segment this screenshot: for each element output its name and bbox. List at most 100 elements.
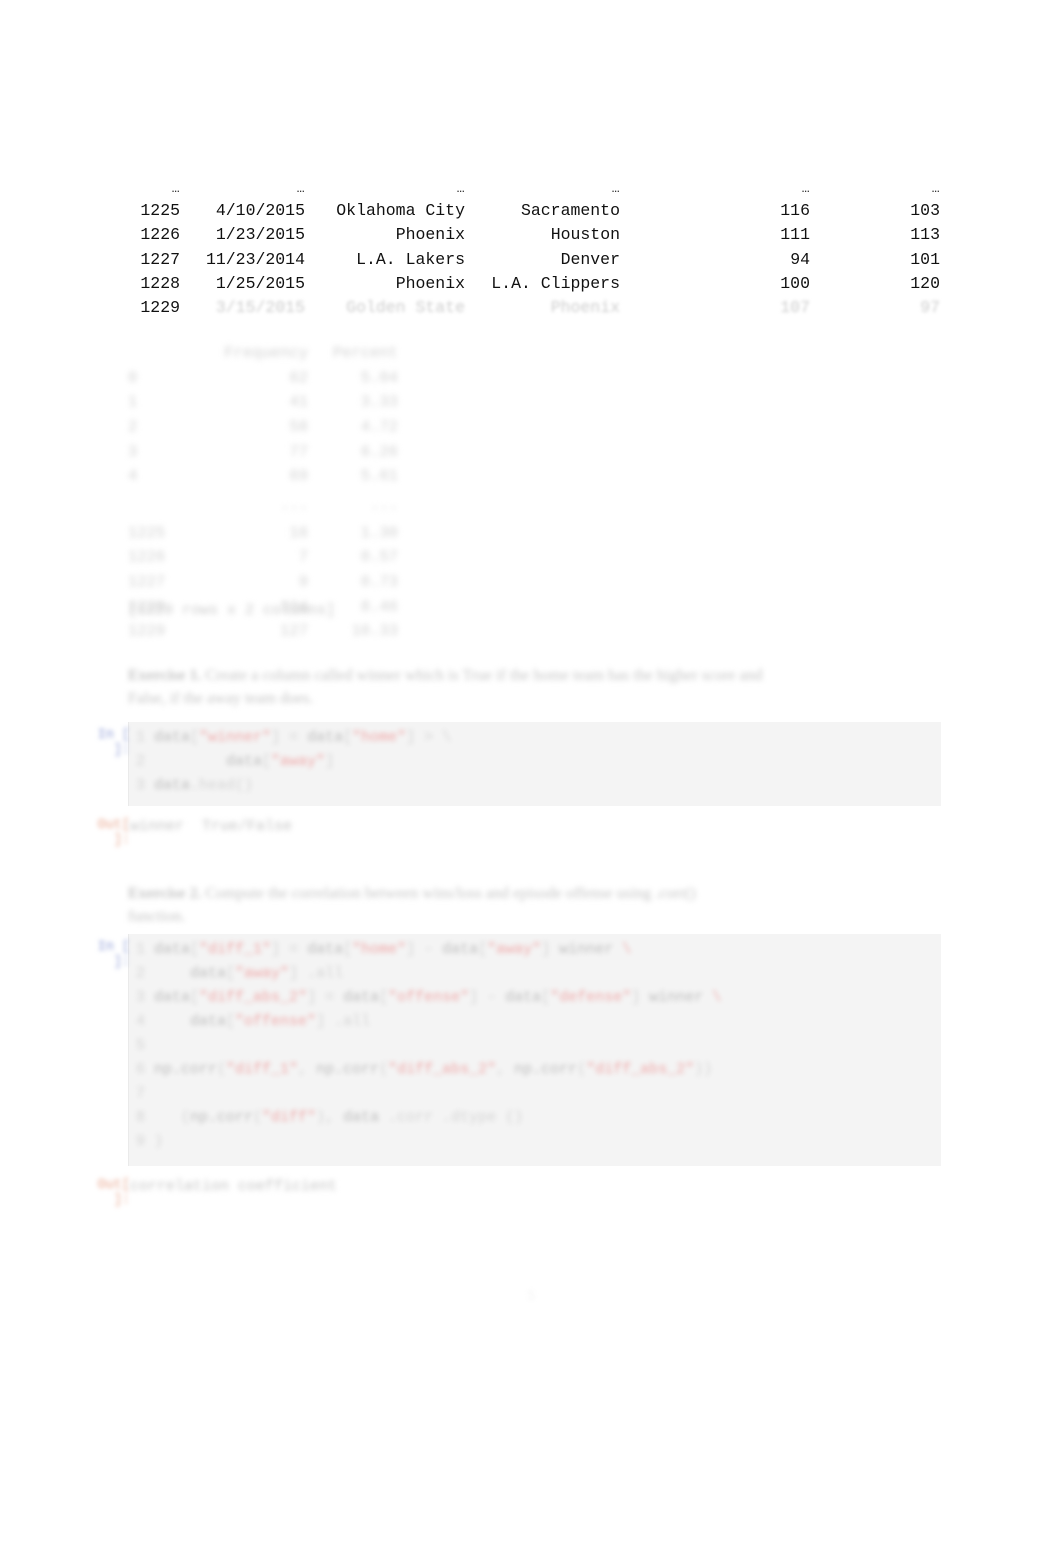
code-token: ] [325,753,335,770]
code-string: "diff_1" [226,1061,299,1078]
cell-score2: 97 [920,298,940,318]
code-token: [ [226,965,236,982]
code-token: winner [649,989,704,1006]
separator-ellipsis-b: ... [370,495,398,514]
code-token: \ [703,989,722,1006]
code-token: np.corr [190,1109,254,1126]
code-line-gutter: 4 [136,1013,191,1030]
code-token: )) [694,1061,713,1078]
code-string: "offense" [388,989,470,1006]
cell-score2: 120 [910,274,940,294]
table-row: 4 69 5.61 [128,464,398,489]
cell-percent: 10.33 [351,622,398,641]
code-cell-1-source[interactable]: 1 data["winner"] = data["home"] > \ 2 da… [136,726,932,798]
dataframe-output-second: Frequency Percent 0 62 5.04 1 41 3.33 2 … [128,292,398,693]
exercise-2-label: Exercise 2. [128,885,202,902]
code-token: ] = [271,941,308,958]
code-string: "diff_abs_2" [586,1061,695,1078]
code-token: [ [190,729,200,746]
code-token: data [505,989,542,1006]
code-cell-2-prompt: In [ ]: [97,940,130,970]
code-token: ] > \ [406,729,452,746]
table-row: 1226 1/23/2015 Phoenix Houston 111 113 [128,223,940,247]
code-string: "defense" [550,989,632,1006]
cell-score2: 101 [910,249,940,269]
cell-percent: 5.61 [360,467,398,486]
cell-label: 1226 [128,548,166,567]
output-2-prompt: Out[ ]: [97,1178,130,1208]
exercise-2-text-line2: function. [128,908,186,925]
code-string: "winner" [199,729,272,746]
code-string: "away" [271,753,326,770]
cell-team2: Sacramento [520,200,620,220]
cell-label: 1227 [128,572,166,591]
exercise-2-text-line1: Compute the correlation between wins/los… [205,885,696,902]
table-row-ellipsis: … … … … … … [128,179,940,199]
code-token: data [154,941,191,958]
code-token: ] .all [316,1013,371,1030]
code-token: ] [631,989,650,1006]
code-token: ] [541,941,560,958]
ellipsis-score1: … [801,180,810,196]
code-token: [ [478,941,488,958]
code-token: data [442,941,479,958]
code-line-gutter: 1 [136,941,155,958]
table-row: 2 58 4.72 [128,415,398,440]
code-token: [ [262,753,272,770]
code-token: np.corr [154,1061,218,1078]
cell-date: 11/23/2014 [205,249,305,269]
code-token: [ [379,989,389,1006]
cell-label: 3 [128,442,138,461]
cell-team2: Houston [550,225,620,245]
code-line-gutter: 3 [136,989,155,1006]
table-row: 1227 11/23/2014 L.A. Lakers Denver 94 10… [128,248,940,272]
code-string: "home" [352,941,407,958]
output-1-prompt: Out[ ]: [97,818,130,848]
cell-percent: 4.72 [360,417,398,436]
header-blank [128,341,198,366]
code-token: [ [190,989,200,1006]
cell-label: 1225 [128,523,166,542]
code-token: , [496,1061,515,1078]
code-token: [ [226,1013,236,1030]
cell-label: 2 [128,417,138,436]
code-token: data [190,965,227,982]
table-row: 3 77 6.26 [128,440,398,465]
table-row: 1226 7 0.57 [128,545,398,570]
code-cell-2-source[interactable]: 1 data["diff_1"] = data["home"] - data["… [136,938,932,1154]
cell-date: 4/10/2015 [215,200,305,220]
table-row: 1225 16 1.30 [128,521,398,546]
code-token: ] = [271,729,308,746]
table-header-row: Frequency Percent [128,341,398,366]
separator-blank [128,489,198,521]
table-row: 1227 9 0.73 [128,570,398,595]
code-token: data [190,1013,227,1030]
code-cell-1-prompt: In [ ]: [97,728,130,758]
cell-percent: 1.30 [360,523,398,542]
cell-score2: 103 [910,200,940,220]
code-token: [ [343,729,353,746]
notebook-page: … … … … … … 1225 4/10/2015 Oklahoma City… [0,0,1062,1556]
table-row: 1 41 3.33 [128,390,398,415]
code-token: data [307,729,344,746]
code-token: .head() [190,777,254,794]
code-line-gutter: 1 [136,729,155,746]
code-token: data [154,989,191,1006]
code-token: [ [343,941,353,958]
cell-score2: 113 [910,225,940,245]
cell-percent: 3.33 [360,393,398,412]
dataframe-second-table: Frequency Percent 0 62 5.04 1 41 3.33 2 … [128,341,398,644]
cell-percent: 0.57 [360,548,398,567]
code-token: [ [541,989,551,1006]
ellipsis-score2: … [931,180,940,196]
output-1-text: winner True/False [130,818,293,835]
exercise-1-block: Exercise 1. Create a column called winne… [128,664,938,710]
code-token: \ [613,941,632,958]
separator-ellipsis-a: ... [280,495,308,514]
code-line-gutter: 5 [136,1037,146,1054]
table-row: 0 62 5.04 [128,366,398,391]
code-cell-2-wrapper: In [ ]: 1 data["diff_1"] = data["home"] … [78,934,940,1166]
code-token: data [154,729,191,746]
code-line-gutter: 6 [136,1061,155,1078]
code-token: ] .all [289,965,344,982]
